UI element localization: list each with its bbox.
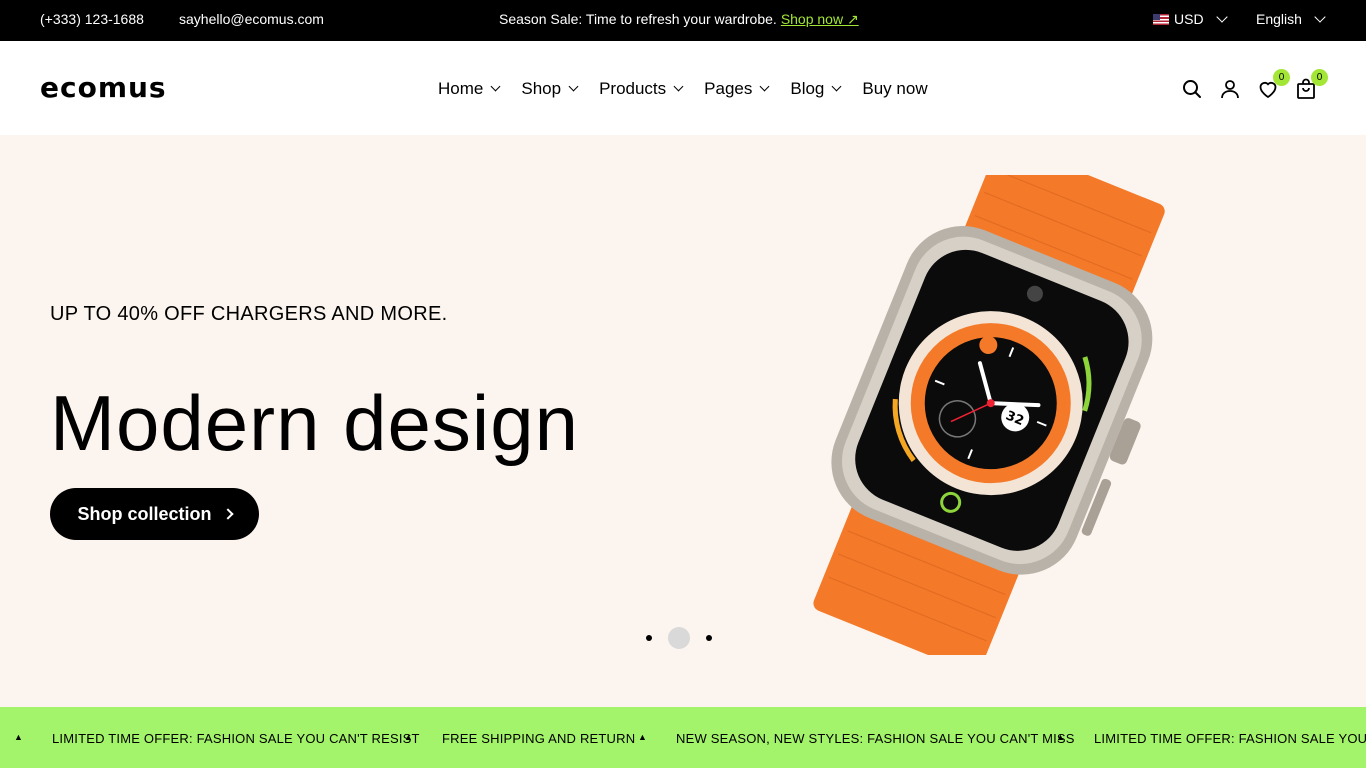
shop-collection-button[interactable]: Shop collection	[50, 488, 259, 540]
header-actions: 0 0	[1180, 69, 1332, 101]
hero-slider: UP TO 40% OFF CHARGERS AND MORE. Modern …	[0, 135, 1366, 707]
triangle-icon: ▲	[14, 732, 24, 742]
nav-pages[interactable]: Pages	[704, 79, 770, 99]
email-link[interactable]: sayhello@ecomus.com	[179, 11, 324, 27]
promo-text: Season Sale: Time to refresh your wardro…	[499, 11, 777, 27]
cta-label: Shop collection	[77, 503, 212, 524]
chevron-down-icon	[1215, 11, 1228, 23]
language-label: English	[1256, 11, 1302, 27]
promo-marquee: ▲ LIMITED TIME OFFER: FASHION SALE YOU C…	[0, 707, 1366, 768]
promo-message: Season Sale: Time to refresh your wardro…	[499, 11, 859, 28]
currency-selector[interactable]: USD	[1153, 11, 1228, 27]
nav-blog[interactable]: Blog	[790, 79, 842, 99]
hero-eyebrow: UP TO 40% OFF CHARGERS AND MORE.	[50, 303, 448, 325]
logo[interactable]: ecomus	[40, 71, 167, 104]
wishlist-count-badge: 0	[1273, 69, 1290, 86]
nav-products[interactable]: Products	[599, 79, 684, 99]
triangle-icon: ▲	[1056, 732, 1066, 742]
nav-shop[interactable]: Shop	[521, 79, 579, 99]
nav-home[interactable]: Home	[438, 79, 501, 99]
phone-link[interactable]: (+333) 123-1688	[40, 11, 144, 27]
nav-label: Home	[438, 79, 484, 98]
hero-headline: Modern design	[50, 379, 579, 467]
language-selector[interactable]: English	[1256, 11, 1326, 27]
site-header: ecomus Home Shop Products Pages Blog Buy…	[0, 41, 1366, 135]
marquee-item: NEW SEASON, NEW STYLES: FASHION SALE YOU…	[676, 731, 1075, 746]
triangle-icon: ▲	[638, 732, 648, 742]
nav-label: Blog	[790, 79, 825, 98]
nav-label: Shop	[521, 79, 562, 98]
cart-icon[interactable]: 0	[1294, 69, 1328, 101]
chevron-right-icon	[221, 508, 234, 520]
cart-count-badge: 0	[1311, 69, 1328, 86]
currency-label: USD	[1174, 11, 1204, 27]
slide-dot-3[interactable]	[706, 635, 712, 641]
slide-dot-2[interactable]	[668, 627, 690, 649]
marquee-item: LIMITED TIME OFFER: FASHION SALE YOU CAN…	[1094, 731, 1366, 746]
triangle-icon: ▲	[404, 732, 414, 742]
shop-now-link[interactable]: Shop now ↗	[781, 11, 859, 27]
slider-pagination	[646, 627, 736, 649]
chevron-down-icon	[831, 81, 842, 92]
main-nav: Home Shop Products Pages Blog Buy now	[438, 79, 950, 99]
us-flag-icon	[1153, 13, 1169, 25]
nav-label: Pages	[704, 79, 753, 98]
chevron-down-icon	[568, 81, 579, 92]
announcement-bar: (+333) 123-1688 sayhello@ecomus.com Seas…	[0, 0, 1366, 41]
marquee-item: LIMITED TIME OFFER: FASHION SALE YOU CAN…	[52, 731, 420, 746]
nav-buy-now[interactable]: Buy now	[862, 79, 927, 99]
user-icon[interactable]	[1218, 77, 1242, 101]
chevron-down-icon	[490, 81, 501, 92]
smartwatch-image: 32	[790, 141, 1190, 673]
chevron-down-icon	[1314, 11, 1326, 23]
nav-label: Buy now	[862, 79, 928, 98]
wishlist-icon[interactable]: 0	[1256, 69, 1290, 101]
marquee-item: FREE SHIPPING AND RETURN	[442, 731, 636, 746]
nav-label: Products	[599, 79, 667, 98]
chevron-down-icon	[759, 81, 770, 92]
search-icon[interactable]	[1180, 77, 1204, 101]
chevron-down-icon	[673, 81, 684, 92]
slide-dot-1[interactable]	[646, 635, 652, 641]
